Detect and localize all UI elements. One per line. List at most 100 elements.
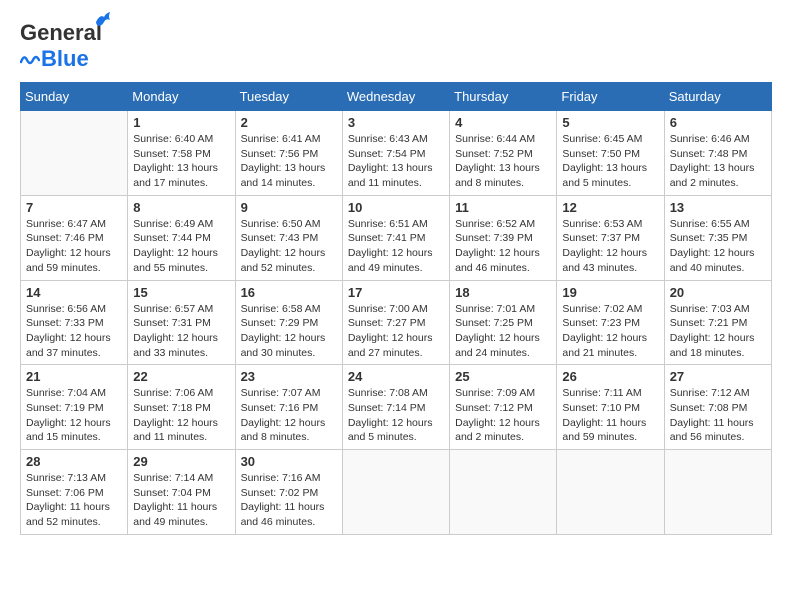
day-number: 12 (562, 200, 658, 215)
calendar-week-row: 21Sunrise: 7:04 AM Sunset: 7:19 PM Dayli… (21, 365, 772, 450)
day-number: 10 (348, 200, 444, 215)
calendar-cell: 22 Sunrise: 7:06 AM Sunset: 7:18 PM Dayli… (128, 365, 235, 450)
day-info: Sunrise: 6:52 AM Sunset: 7:39 PM Dayligh… (455, 217, 551, 276)
logo-general-text: General (20, 20, 102, 45)
day-number: 30 (241, 454, 337, 469)
day-info: Sunrise: 7:02 AM Sunset: 7:23 PM Dayligh… (562, 302, 658, 361)
logo: General Blue (20, 20, 102, 72)
day-number: 9 (241, 200, 337, 215)
calendar-cell: 16 Sunrise: 6:58 AM Sunset: 7:29 PM Dayli… (235, 280, 342, 365)
day-info: Sunrise: 6:58 AM Sunset: 7:29 PM Dayligh… (241, 302, 337, 361)
day-number: 5 (562, 115, 658, 130)
weekday-header-friday: Friday (557, 83, 664, 111)
calendar-cell: 27 Sunrise: 7:12 AM Sunset: 7:08 PM Dayli… (664, 365, 771, 450)
calendar-cell: 26Sunrise: 7:11 AM Sunset: 7:10 PM Dayli… (557, 365, 664, 450)
day-info: Sunrise: 6:40 AM Sunset: 7:58 PM Dayligh… (133, 132, 229, 191)
day-info: Sunrise: 6:43 AM Sunset: 7:54 PM Dayligh… (348, 132, 444, 191)
day-number: 18 (455, 285, 551, 300)
calendar-cell: 9 Sunrise: 6:50 AM Sunset: 7:43 PM Daylig… (235, 195, 342, 280)
weekday-header-monday: Monday (128, 83, 235, 111)
day-number: 29 (133, 454, 229, 469)
calendar-cell: 28Sunrise: 7:13 AM Sunset: 7:06 PM Dayli… (21, 450, 128, 535)
day-info: Sunrise: 7:08 AM Sunset: 7:14 PM Dayligh… (348, 386, 444, 445)
day-number: 1 (133, 115, 229, 130)
weekday-header-saturday: Saturday (664, 83, 771, 111)
calendar-cell: 23Sunrise: 7:07 AM Sunset: 7:16 PM Dayli… (235, 365, 342, 450)
calendar-cell: 8 Sunrise: 6:49 AM Sunset: 7:44 PM Daylig… (128, 195, 235, 280)
calendar-cell (557, 450, 664, 535)
day-number: 14 (26, 285, 122, 300)
day-number: 22 (133, 369, 229, 384)
day-number: 27 (670, 369, 766, 384)
day-info: Sunrise: 6:44 AM Sunset: 7:52 PM Dayligh… (455, 132, 551, 191)
calendar-cell: 18 Sunrise: 7:01 AM Sunset: 7:25 PM Dayli… (450, 280, 557, 365)
day-number: 17 (348, 285, 444, 300)
calendar-cell: 7 Sunrise: 6:47 AM Sunset: 7:46 PM Daylig… (21, 195, 128, 280)
day-info: Sunrise: 7:16 AM Sunset: 7:02 PM Dayligh… (241, 471, 337, 530)
calendar-header-row: SundayMondayTuesdayWednesdayThursdayFrid… (21, 83, 772, 111)
calendar-cell: 17 Sunrise: 7:00 AM Sunset: 7:27 PM Dayli… (342, 280, 449, 365)
day-info: Sunrise: 6:56 AM Sunset: 7:33 PM Dayligh… (26, 302, 122, 361)
calendar-cell: 21Sunrise: 7:04 AM Sunset: 7:19 PM Dayli… (21, 365, 128, 450)
calendar-cell: 24 Sunrise: 7:08 AM Sunset: 7:14 PM Dayli… (342, 365, 449, 450)
calendar-cell: 15 Sunrise: 6:57 AM Sunset: 7:31 PM Dayli… (128, 280, 235, 365)
calendar-week-row: 28Sunrise: 7:13 AM Sunset: 7:06 PM Dayli… (21, 450, 772, 535)
calendar-week-row: 7 Sunrise: 6:47 AM Sunset: 7:46 PM Daylig… (21, 195, 772, 280)
calendar-cell: 3 Sunrise: 6:43 AM Sunset: 7:54 PM Daylig… (342, 111, 449, 196)
day-info: Sunrise: 7:06 AM Sunset: 7:18 PM Dayligh… (133, 386, 229, 445)
weekday-header-tuesday: Tuesday (235, 83, 342, 111)
day-number: 16 (241, 285, 337, 300)
day-info: Sunrise: 6:51 AM Sunset: 7:41 PM Dayligh… (348, 217, 444, 276)
day-number: 3 (348, 115, 444, 130)
calendar-cell: 20 Sunrise: 7:03 AM Sunset: 7:21 PM Dayli… (664, 280, 771, 365)
calendar-week-row: 1 Sunrise: 6:40 AM Sunset: 7:58 PM Daylig… (21, 111, 772, 196)
calendar-cell: 11 Sunrise: 6:52 AM Sunset: 7:39 PM Dayli… (450, 195, 557, 280)
day-info: Sunrise: 7:03 AM Sunset: 7:21 PM Dayligh… (670, 302, 766, 361)
day-info: Sunrise: 6:50 AM Sunset: 7:43 PM Dayligh… (241, 217, 337, 276)
calendar-cell: 30 Sunrise: 7:16 AM Sunset: 7:02 PM Dayli… (235, 450, 342, 535)
calendar-table: SundayMondayTuesdayWednesdayThursdayFrid… (20, 82, 772, 535)
day-number: 8 (133, 200, 229, 215)
day-number: 15 (133, 285, 229, 300)
day-info: Sunrise: 6:47 AM Sunset: 7:46 PM Dayligh… (26, 217, 122, 276)
calendar-cell: 13 Sunrise: 6:55 AM Sunset: 7:35 PM Dayli… (664, 195, 771, 280)
day-number: 24 (348, 369, 444, 384)
day-info: Sunrise: 7:13 AM Sunset: 7:06 PM Dayligh… (26, 471, 122, 530)
day-number: 25 (455, 369, 551, 384)
day-info: Sunrise: 6:53 AM Sunset: 7:37 PM Dayligh… (562, 217, 658, 276)
day-info: Sunrise: 7:00 AM Sunset: 7:27 PM Dayligh… (348, 302, 444, 361)
day-number: 13 (670, 200, 766, 215)
logo-wave-icon (20, 52, 40, 66)
day-info: Sunrise: 7:01 AM Sunset: 7:25 PM Dayligh… (455, 302, 551, 361)
day-number: 2 (241, 115, 337, 130)
logo-blue-label: Blue (41, 46, 89, 72)
day-number: 20 (670, 285, 766, 300)
calendar-cell: 1 Sunrise: 6:40 AM Sunset: 7:58 PM Daylig… (128, 111, 235, 196)
day-info: Sunrise: 6:41 AM Sunset: 7:56 PM Dayligh… (241, 132, 337, 191)
calendar-cell: 10 Sunrise: 6:51 AM Sunset: 7:41 PM Dayli… (342, 195, 449, 280)
day-number: 4 (455, 115, 551, 130)
day-info: Sunrise: 7:07 AM Sunset: 7:16 PM Dayligh… (241, 386, 337, 445)
calendar-cell (450, 450, 557, 535)
page-header: General Blue (20, 20, 772, 72)
day-info: Sunrise: 7:12 AM Sunset: 7:08 PM Dayligh… (670, 386, 766, 445)
calendar-cell: 2 Sunrise: 6:41 AM Sunset: 7:56 PM Daylig… (235, 111, 342, 196)
day-info: Sunrise: 7:14 AM Sunset: 7:04 PM Dayligh… (133, 471, 229, 530)
calendar-cell (664, 450, 771, 535)
calendar-cell (342, 450, 449, 535)
day-info: Sunrise: 6:57 AM Sunset: 7:31 PM Dayligh… (133, 302, 229, 361)
day-info: Sunrise: 6:49 AM Sunset: 7:44 PM Dayligh… (133, 217, 229, 276)
calendar-week-row: 14 Sunrise: 6:56 AM Sunset: 7:33 PM Dayli… (21, 280, 772, 365)
calendar-cell: 6 Sunrise: 6:46 AM Sunset: 7:48 PM Daylig… (664, 111, 771, 196)
day-info: Sunrise: 6:46 AM Sunset: 7:48 PM Dayligh… (670, 132, 766, 191)
calendar-cell: 5 Sunrise: 6:45 AM Sunset: 7:50 PM Daylig… (557, 111, 664, 196)
weekday-header-wednesday: Wednesday (342, 83, 449, 111)
weekday-header-thursday: Thursday (450, 83, 557, 111)
day-number: 6 (670, 115, 766, 130)
day-info: Sunrise: 6:45 AM Sunset: 7:50 PM Dayligh… (562, 132, 658, 191)
day-number: 11 (455, 200, 551, 215)
day-number: 19 (562, 285, 658, 300)
day-info: Sunrise: 6:55 AM Sunset: 7:35 PM Dayligh… (670, 217, 766, 276)
calendar-cell: 29 Sunrise: 7:14 AM Sunset: 7:04 PM Dayli… (128, 450, 235, 535)
day-number: 7 (26, 200, 122, 215)
